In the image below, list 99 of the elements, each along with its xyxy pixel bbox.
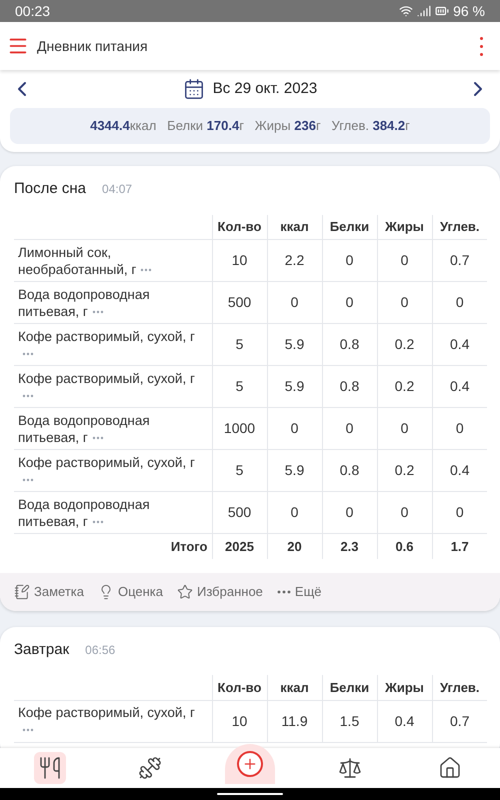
table-cell: 500	[228, 504, 252, 520]
add-button[interactable]	[225, 744, 275, 784]
home-icon	[438, 756, 462, 780]
food-name[interactable]: Кофе растворимый, сухой, г	[18, 704, 208, 738]
food-name[interactable]: Вода водопроводная питьевая, г	[18, 286, 208, 320]
note-icon	[14, 584, 30, 600]
more-icon[interactable]	[92, 310, 104, 314]
more-icon[interactable]	[140, 268, 152, 272]
utensils-icon	[38, 756, 62, 780]
column-header: Белки	[330, 219, 370, 234]
food-name[interactable]: Кофе растворимый, сухой, г	[18, 370, 208, 404]
table-cell: 5	[236, 462, 244, 478]
table-cell: 5.9	[284, 378, 304, 394]
plus-icon	[242, 756, 258, 772]
table-cell: 0.4	[450, 378, 470, 394]
more-icon[interactable]	[22, 478, 34, 482]
table-cell: 0.7	[450, 712, 470, 728]
column-header: Белки	[330, 680, 370, 694]
battery-icon	[435, 4, 450, 18]
table-cell: 0.8	[340, 462, 360, 478]
column-header: ккал	[280, 680, 309, 694]
table-cell: 0	[400, 252, 408, 268]
summary-text: 4344.4ккал Белки 170.4г Жиры 236г Углев. 384.2г	[90, 117, 410, 136]
scale-icon	[338, 756, 362, 780]
status-time: 00:23	[15, 2, 50, 20]
table-cell: 0	[290, 504, 298, 520]
column-header: ккал	[280, 219, 309, 234]
total-cell: 2.3	[340, 538, 359, 554]
table-cell: 2.2	[284, 252, 304, 268]
table-cell: 0	[456, 294, 464, 310]
table-cell: 0	[346, 504, 354, 520]
total-cell: 20	[287, 538, 302, 554]
table-cell: 0	[346, 252, 354, 268]
table-cell: 5.9	[284, 336, 304, 352]
more-icon[interactable]	[22, 728, 34, 732]
table-cell: 5	[236, 378, 244, 394]
meal-time: 06:56	[85, 642, 116, 658]
food-name[interactable]: Вода водопроводная питьевая, г	[18, 496, 208, 530]
table-cell: 0.2	[394, 336, 414, 352]
food-name[interactable]: Кофе растворимый, сухой, г	[18, 328, 208, 362]
more-icon[interactable]	[22, 352, 34, 356]
table-cell: 0.4	[394, 712, 414, 728]
table-cell: 0.4	[450, 336, 470, 352]
table-cell: 1.5	[340, 712, 360, 728]
column-header: Углев.	[440, 219, 480, 234]
action-button[interactable]: Избранное	[177, 582, 263, 602]
total-cell: 0.6	[395, 538, 414, 554]
battery-level: 96 %	[453, 2, 485, 20]
total-cell: 2025	[225, 538, 254, 554]
meal-title: После сна	[14, 179, 86, 199]
column-header: Кол-во	[218, 219, 262, 234]
table-cell: 0	[346, 294, 354, 310]
meal-title: Завтрак	[14, 640, 70, 660]
table-cell: 0.2	[394, 462, 414, 478]
table-cell: 0.7	[450, 252, 470, 268]
column-header: Жиры	[385, 680, 424, 694]
table-cell: 0	[290, 294, 298, 310]
table-cell: 0	[400, 420, 408, 436]
table-cell: 0	[456, 420, 464, 436]
total-cell: 1.7	[450, 538, 469, 554]
date-label[interactable]: Вс 29 окт. 2023	[212, 78, 318, 100]
food-name[interactable]: Лимонный сок, необработанный, г	[18, 244, 208, 278]
food-name[interactable]: Вода водопроводная питьевая, г	[18, 412, 208, 446]
column-header: Кол-во	[218, 680, 262, 694]
table-cell: 0	[290, 420, 298, 436]
more-icon[interactable]	[22, 394, 34, 398]
table-cell: 0.4	[450, 462, 470, 478]
table-cell: 0.8	[340, 336, 360, 352]
column-header: Углев.	[440, 680, 480, 694]
table-cell: 0	[346, 420, 354, 436]
star-icon	[177, 584, 194, 600]
column-header: Жиры	[385, 219, 424, 234]
table-cell: 5.9	[284, 462, 304, 478]
table-cell: 0	[400, 294, 408, 310]
dumbbell-icon	[138, 756, 162, 780]
table-cell: 0	[456, 504, 464, 520]
action-button[interactable]: Оценка	[98, 582, 164, 602]
table-cell: 10	[232, 712, 248, 728]
table-cell: 500	[228, 294, 252, 310]
nav-button[interactable]	[34, 752, 66, 784]
more-icon[interactable]	[92, 520, 104, 524]
meal-time: 04:07	[102, 181, 132, 198]
action-button[interactable]: Заметка	[14, 582, 84, 602]
app-title: Дневник питания	[37, 36, 148, 56]
wifi-icon	[399, 4, 414, 18]
signal-icon	[417, 4, 432, 18]
table-cell: 5	[236, 336, 244, 352]
table-cell: 10	[232, 252, 248, 268]
food-name[interactable]: Кофе растворимый, сухой, г	[18, 454, 208, 488]
table-cell: 1000	[224, 420, 256, 436]
table-cell: 0.8	[340, 378, 360, 394]
more-icon[interactable]	[92, 436, 104, 440]
table-cell: 0.2	[394, 378, 414, 394]
table-cell: 0	[400, 504, 408, 520]
action-button[interactable]: Ещё	[276, 582, 322, 602]
ellipsis-icon	[276, 590, 291, 594]
total-label: Итого	[170, 538, 208, 554]
table-cell: 11.9	[281, 712, 308, 728]
calendar-icon	[182, 78, 205, 100]
